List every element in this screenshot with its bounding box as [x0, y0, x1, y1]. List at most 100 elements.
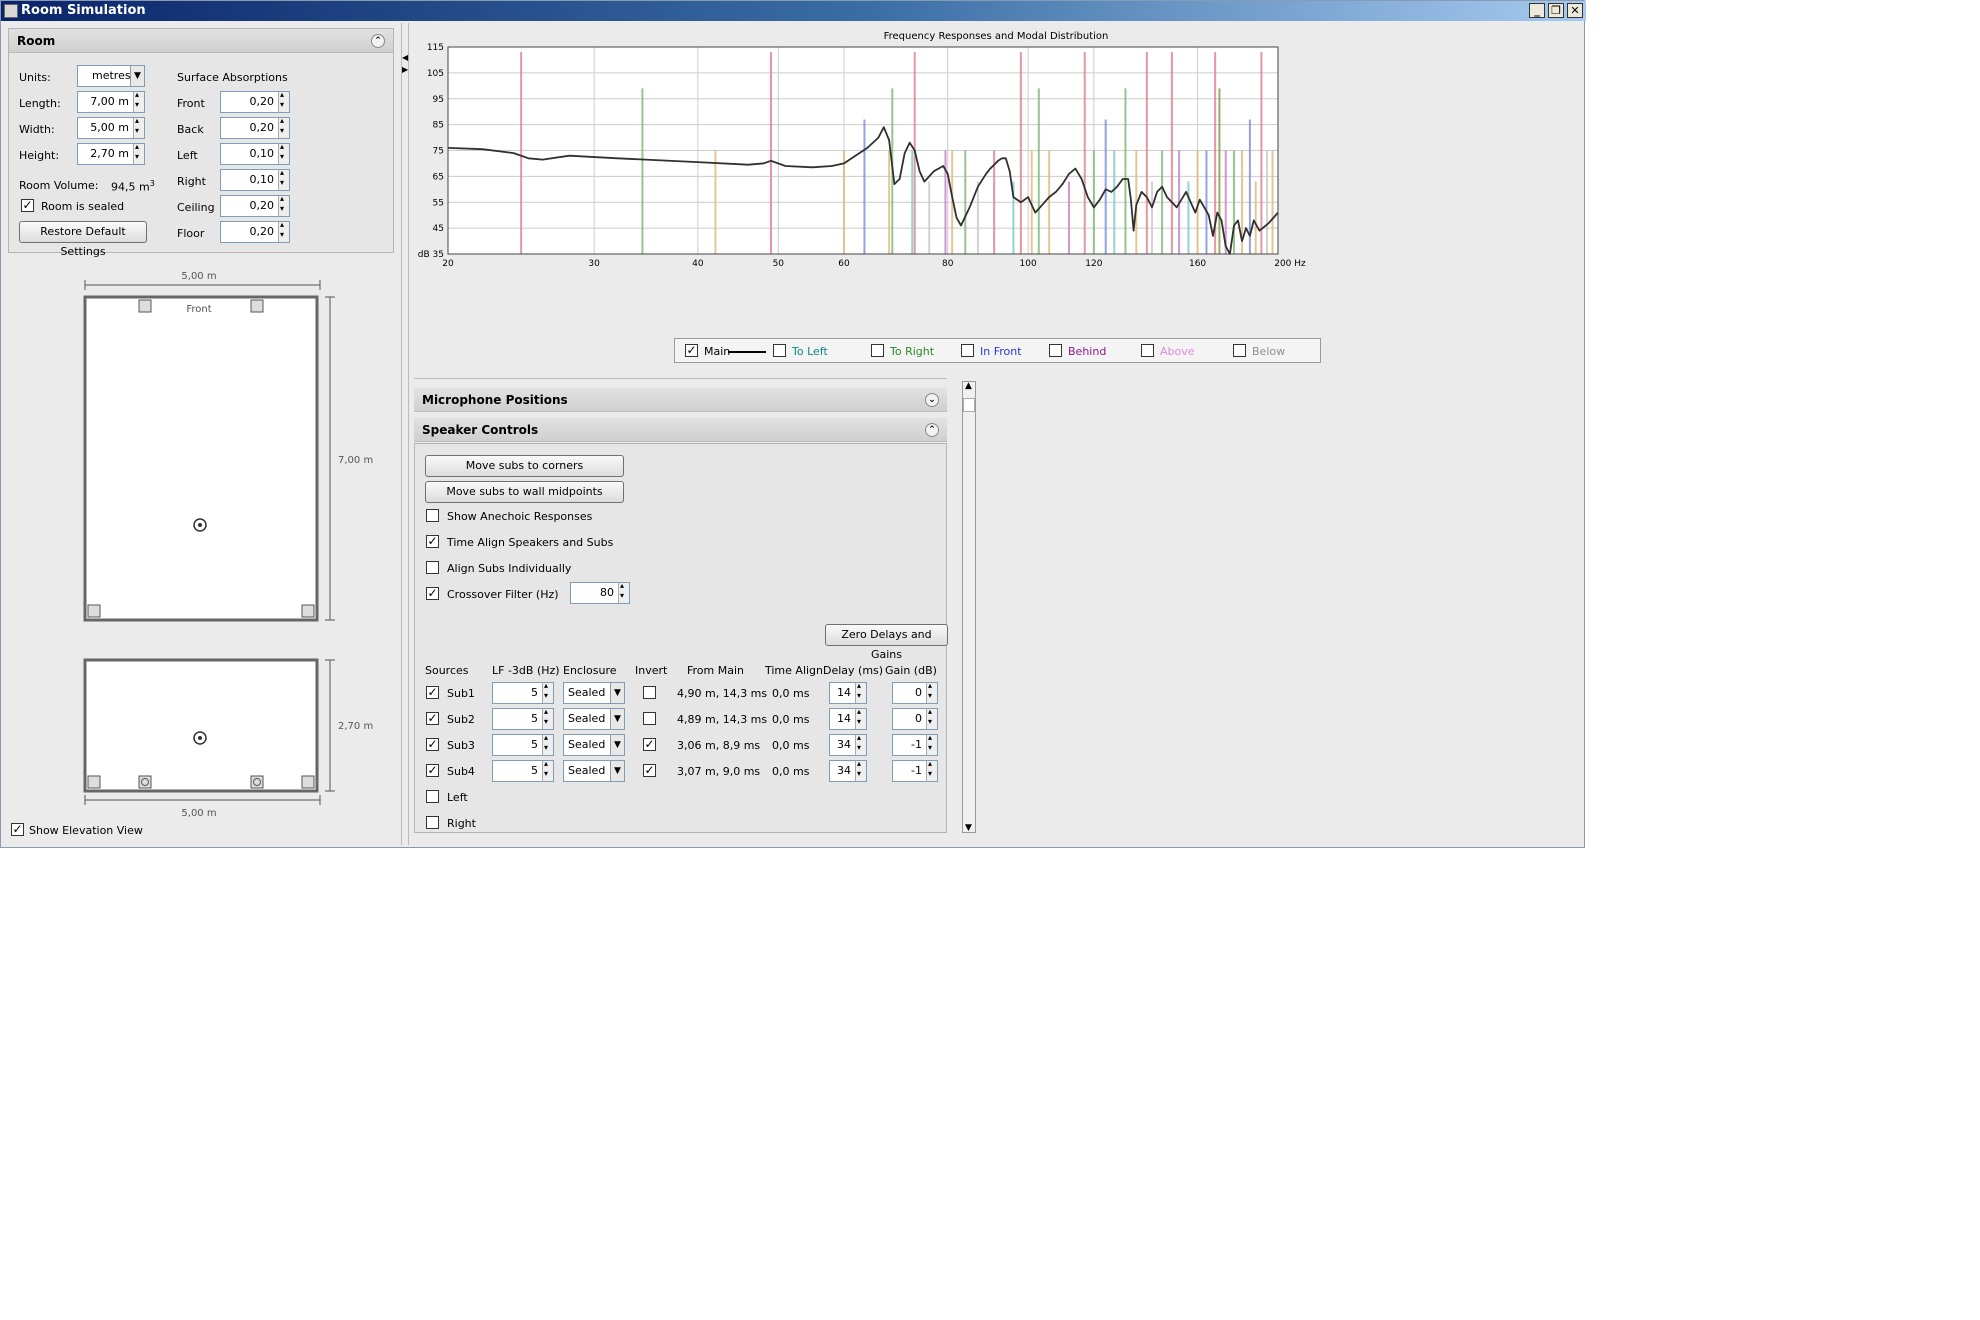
- lf-spinner[interactable]: 5: [492, 759, 554, 782]
- spinner-arrows-icon[interactable]: [278, 194, 289, 216]
- spinner-arrows-icon[interactable]: [278, 90, 289, 112]
- speaker-left-icon[interactable]: [138, 299, 152, 313]
- chevron-down-icon[interactable]: ▼: [610, 709, 624, 729]
- spinner-arrows-icon[interactable]: [542, 733, 553, 755]
- collapse-up-icon[interactable]: ⌃: [925, 423, 939, 437]
- sub-icon[interactable]: [301, 604, 315, 618]
- spinner-arrows-icon[interactable]: [855, 707, 866, 729]
- scrollbar-thumb[interactable]: [963, 398, 975, 412]
- spinner-arrows-icon[interactable]: [278, 168, 289, 190]
- source-checkbox[interactable]: ✓: [426, 738, 439, 751]
- room-plan-view[interactable]: 5,00 m Front 7,00 m 2,70 m 5,00 m: [1, 263, 401, 823]
- chevron-down-icon[interactable]: ▼: [130, 66, 144, 86]
- invert-checkbox[interactable]: ✓: [643, 738, 656, 751]
- minimize-button[interactable]: _: [1529, 3, 1545, 18]
- spinner-arrows-icon[interactable]: [133, 116, 144, 138]
- width-spinner[interactable]: 5,00 m: [77, 116, 145, 139]
- legend-checkbox-to-right[interactable]: [871, 344, 884, 357]
- legend-checkbox-behind[interactable]: [1049, 344, 1062, 357]
- surface-back-spinner[interactable]: 0,20: [220, 116, 290, 139]
- spinner-arrows-icon[interactable]: [855, 733, 866, 755]
- height-spinner[interactable]: 2,70 m: [77, 142, 145, 165]
- gain-spinner[interactable]: 0: [892, 681, 938, 704]
- anechoic-checkbox[interactable]: [426, 509, 439, 522]
- restore-button[interactable]: ❐: [1548, 3, 1564, 18]
- enclosure-select[interactable]: Sealed ▼: [563, 682, 625, 704]
- invert-checkbox[interactable]: [643, 712, 656, 725]
- legend-checkbox-below[interactable]: [1233, 344, 1246, 357]
- spinner-arrows-icon[interactable]: [133, 90, 144, 112]
- time-align-checkbox[interactable]: ✓: [426, 535, 439, 548]
- source-checkbox[interactable]: [426, 790, 439, 803]
- lf-spinner[interactable]: 5: [492, 733, 554, 756]
- delay-spinner[interactable]: 14: [829, 681, 867, 704]
- invert-checkbox[interactable]: [643, 686, 656, 699]
- source-checkbox[interactable]: ✓: [426, 764, 439, 777]
- surface-floor-spinner[interactable]: 0,20: [220, 220, 290, 243]
- move-subs-midpoints-button[interactable]: Move subs to wall midpoints: [425, 481, 624, 503]
- collapse-up-icon[interactable]: ⌃: [371, 34, 385, 48]
- legend-checkbox-in-front[interactable]: [961, 344, 974, 357]
- sub-elev-icon[interactable]: [301, 775, 315, 789]
- frequency-chart[interactable]: Frequency Responses and Modal Distributi…: [412, 27, 1587, 373]
- crossover-spinner[interactable]: 80: [570, 581, 630, 604]
- move-subs-corners-button[interactable]: Move subs to corners: [425, 455, 624, 477]
- spinner-arrows-icon[interactable]: [133, 142, 144, 164]
- close-button[interactable]: ✕: [1567, 3, 1583, 18]
- room-panel-header[interactable]: Room ⌃: [9, 29, 393, 53]
- vertical-scrollbar[interactable]: ▲ ▼: [962, 381, 976, 833]
- surface-right-spinner[interactable]: 0,10: [220, 168, 290, 191]
- crossover-checkbox[interactable]: ✓: [426, 587, 439, 600]
- spinner-arrows-icon[interactable]: [926, 759, 937, 781]
- surface-ceiling-spinner[interactable]: 0,20: [220, 194, 290, 217]
- delay-spinner[interactable]: 14: [829, 707, 867, 730]
- lf-spinner[interactable]: 5: [492, 707, 554, 730]
- mic-positions-header[interactable]: Microphone Positions ⌄: [414, 388, 947, 412]
- chevron-down-icon[interactable]: ▼: [610, 735, 624, 755]
- sub-elev-icon[interactable]: [87, 775, 101, 789]
- spinner-arrows-icon[interactable]: [618, 581, 629, 603]
- speaker-controls-header[interactable]: Speaker Controls ⌃: [414, 418, 947, 442]
- units-select[interactable]: metres ▼: [77, 65, 145, 87]
- length-spinner[interactable]: 7,00 m: [77, 90, 145, 113]
- sub-icon[interactable]: [87, 604, 101, 618]
- gain-spinner[interactable]: -1: [892, 733, 938, 756]
- spinner-arrows-icon[interactable]: [278, 142, 289, 164]
- delay-spinner[interactable]: 34: [829, 759, 867, 782]
- speaker-right-icon[interactable]: [250, 299, 264, 313]
- source-checkbox[interactable]: [426, 816, 439, 829]
- spinner-arrows-icon[interactable]: [542, 707, 553, 729]
- spinner-arrows-icon[interactable]: [542, 681, 553, 703]
- delay-spinner[interactable]: 34: [829, 733, 867, 756]
- speaker-elev-icon[interactable]: [250, 775, 264, 789]
- spinner-arrows-icon[interactable]: [278, 220, 289, 242]
- source-checkbox[interactable]: ✓: [426, 712, 439, 725]
- scroll-down-icon[interactable]: ▼: [965, 823, 972, 833]
- scroll-up-icon[interactable]: ▲: [965, 381, 972, 391]
- gain-spinner[interactable]: 0: [892, 707, 938, 730]
- spinner-arrows-icon[interactable]: [855, 759, 866, 781]
- lf-spinner[interactable]: 5: [492, 681, 554, 704]
- collapse-left-icon[interactable]: ◀: [402, 53, 408, 62]
- zero-delays-gains-button[interactable]: Zero Delays and Gains: [825, 624, 948, 661]
- chevron-down-icon[interactable]: ▼: [610, 761, 624, 781]
- spinner-arrows-icon[interactable]: [855, 681, 866, 703]
- legend-checkbox-to-left[interactable]: [773, 344, 786, 357]
- spinner-arrows-icon[interactable]: [542, 759, 553, 781]
- spinner-arrows-icon[interactable]: [926, 707, 937, 729]
- source-checkbox[interactable]: ✓: [426, 686, 439, 699]
- gain-spinner[interactable]: -1: [892, 759, 938, 782]
- spinner-arrows-icon[interactable]: [926, 733, 937, 755]
- spinner-arrows-icon[interactable]: [278, 116, 289, 138]
- show-elevation-checkbox[interactable]: ✓: [11, 823, 24, 836]
- spinner-arrows-icon[interactable]: [926, 681, 937, 703]
- surface-left-spinner[interactable]: 0,10: [220, 142, 290, 165]
- chevron-down-icon[interactable]: ▼: [610, 683, 624, 703]
- surface-front-spinner[interactable]: 0,20: [220, 90, 290, 113]
- room-sealed-checkbox[interactable]: ✓: [21, 199, 34, 212]
- legend-checkbox-main[interactable]: ✓: [685, 344, 698, 357]
- invert-checkbox[interactable]: ✓: [643, 764, 656, 777]
- expand-right-icon[interactable]: ▶: [402, 65, 408, 74]
- restore-defaults-button[interactable]: Restore Default Settings: [19, 221, 147, 258]
- legend-checkbox-above[interactable]: [1141, 344, 1154, 357]
